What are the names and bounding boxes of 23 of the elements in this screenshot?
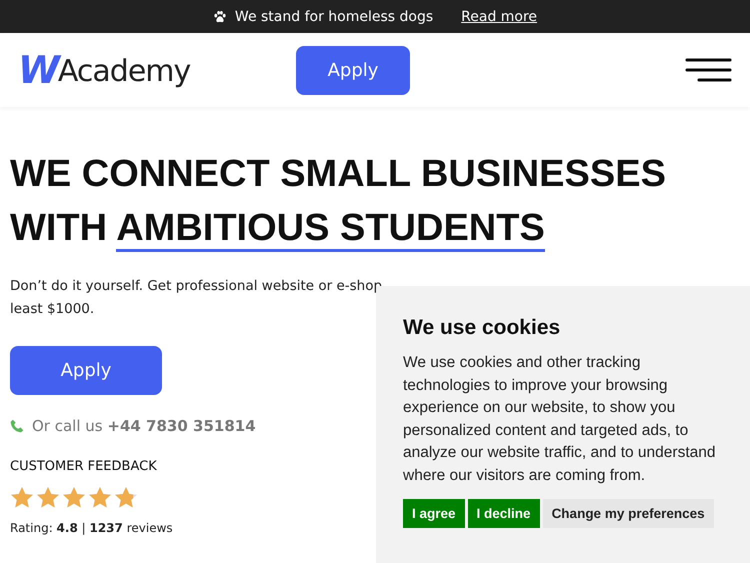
star-icon bbox=[114, 486, 138, 509]
preferences-button[interactable]: Change my preferences bbox=[542, 499, 714, 528]
consent-button[interactable]: I agree bbox=[403, 499, 465, 528]
rating-text: Rating: 4.8 | 1237 reviews bbox=[10, 521, 174, 535]
star-icon bbox=[62, 486, 86, 509]
consent-button[interactable]: I decline bbox=[468, 499, 540, 528]
call-text: Or call us +44 7830 351814 bbox=[32, 417, 256, 435]
star-icon bbox=[88, 486, 112, 509]
read-more-link[interactable]: Read more bbox=[461, 8, 538, 24]
logo-mark: W bbox=[18, 48, 58, 92]
headline: WE CONNECT SMALL BUSINESSES WITH AMBITIOUS STUDENTS bbox=[10, 147, 740, 255]
star-icon bbox=[10, 486, 34, 509]
menu-icon[interactable] bbox=[685, 57, 732, 83]
description-text: least $1000. bbox=[10, 300, 96, 319]
feedback-title: CUSTOMER FEEDBACK bbox=[10, 459, 158, 474]
announcement-text: We stand for homeless dogs bbox=[234, 8, 434, 24]
apply-button[interactable]: Apply bbox=[296, 46, 410, 94]
cookie-title: We use cookies bbox=[403, 316, 562, 340]
paw-icon bbox=[212, 10, 227, 24]
apply-button[interactable]: Apply bbox=[10, 346, 162, 395]
star-icon bbox=[36, 486, 60, 509]
cookie-text: We use cookies and other tracking technologies to improve your browsing experience on our website, to show you personalized content and targeted ads, to analyze our website traffic, and to understand where our visitors are coming from. bbox=[403, 353, 716, 486]
phone-icon bbox=[10, 419, 24, 433]
